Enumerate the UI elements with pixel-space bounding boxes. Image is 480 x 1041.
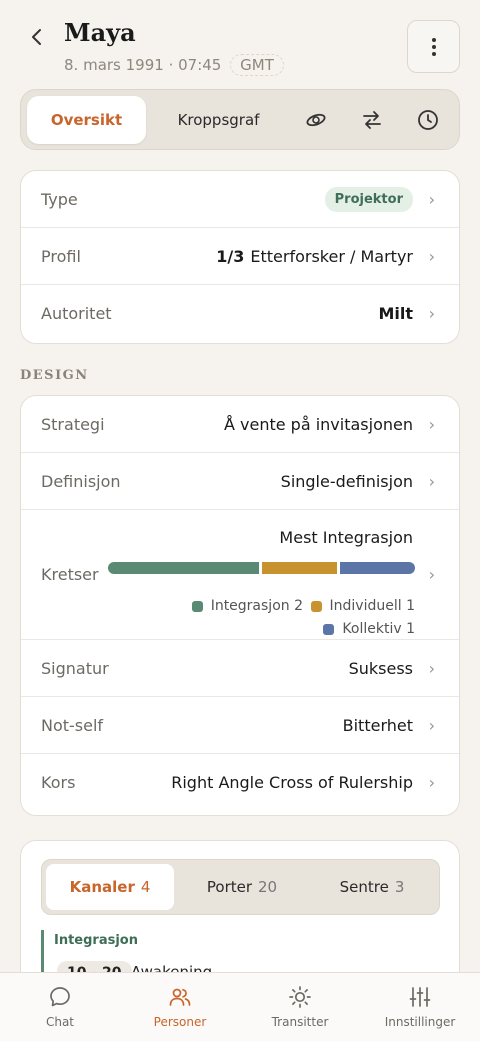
view-tabs: Oversikt Kroppsgraf	[20, 89, 460, 150]
cross-label: Kors	[41, 773, 76, 792]
circuits-row[interactable]: Kretser Mest Integrasjon Integrasjon 2 I…	[21, 510, 459, 640]
summary-card: Type Projektor › Profil 1/3 Etterforsker …	[20, 170, 460, 344]
authority-value: Milt	[378, 304, 413, 323]
chevron-right-icon: ›	[428, 304, 435, 323]
more-menu-button[interactable]	[407, 20, 460, 73]
profile-number: 1/3	[216, 246, 245, 266]
legend-integration: Integrasjon 2	[191, 598, 303, 614]
authority-label: Autoritet	[41, 304, 112, 323]
sliders-icon	[409, 987, 431, 1007]
nav-chat[interactable]: Chat	[0, 973, 120, 1041]
tab-bodygraph[interactable]: Kroppsgraf	[151, 96, 286, 144]
chevron-right-icon: ›	[428, 715, 435, 735]
circuit-segment	[108, 562, 259, 574]
sun-icon	[289, 986, 311, 1008]
bottom-nav: Chat Personer Transitter Innstillinger	[0, 972, 480, 1041]
authority-row[interactable]: Autoritet Milt ›	[21, 285, 459, 342]
definition-value: Single-definisjon	[280, 471, 413, 491]
type-label: Type	[41, 189, 78, 209]
type-row[interactable]: Type Projektor ›	[21, 171, 459, 228]
circuit-segment	[339, 562, 415, 574]
more-vertical-icon	[431, 36, 436, 57]
signature-row[interactable]: Signatur Suksess ›	[21, 640, 459, 697]
tab-gates-label: Porter	[206, 878, 253, 896]
signature-value: Suksess	[348, 658, 413, 678]
profile-name: Etterforsker / Martyr	[250, 246, 413, 266]
birth-datetime: 8. mars 1991 · 07:45	[64, 56, 222, 74]
signature-label: Signatur	[41, 658, 109, 678]
profile-value: 1/3 Etterforsker / Martyr	[216, 247, 413, 266]
chevron-right-icon: ›	[428, 246, 435, 266]
group-label: Integrasjon	[54, 933, 138, 948]
tab-channels-label: Kanaler	[69, 878, 135, 896]
circuits-bar	[108, 562, 415, 574]
legend-swatch	[323, 623, 335, 635]
tab-gates[interactable]: Porter 20	[178, 864, 306, 910]
legend-swatch	[191, 600, 203, 612]
legend-collective: Kollektiv 1	[323, 621, 415, 637]
notself-label: Not-self	[41, 715, 104, 735]
legend-individual: Individuell 1	[310, 598, 415, 614]
strategy-row[interactable]: Strategi Å vente på invitasjonen ›	[21, 396, 459, 453]
nav-people[interactable]: Personer	[120, 973, 240, 1041]
timezone-badge: GMT	[230, 54, 284, 76]
details-tabs: Kanaler 4 Porter 20 Sentre 3	[41, 859, 440, 915]
chevron-right-icon: ›	[428, 658, 435, 678]
nav-transits-label: Transitter	[271, 1015, 329, 1029]
strategy-label: Strategi	[41, 414, 105, 434]
legend-label: Kollektiv 1	[342, 621, 415, 637]
chevron-right-icon: ›	[428, 471, 435, 491]
cross-value: Right Angle Cross of Rulership	[171, 773, 413, 792]
type-badge: Projektor	[324, 186, 413, 212]
tab-centers-count: 3	[394, 878, 405, 896]
circuits-label: Kretser	[41, 565, 99, 584]
planet-icon[interactable]	[303, 107, 329, 133]
birth-info: 8. mars 1991 · 07:45 GMT	[64, 54, 284, 76]
definition-row[interactable]: Definisjon Single-definisjon ›	[21, 453, 459, 510]
strategy-value: Å vente på invitasjonen	[223, 414, 413, 434]
profile-label: Profil	[41, 246, 81, 266]
header: Maya 8. mars 1991 · 07:45 GMT	[0, 0, 480, 90]
back-icon[interactable]	[24, 24, 50, 50]
circuits-title: Mest Integrasjon	[279, 528, 413, 547]
chevron-right-icon: ›	[428, 565, 435, 584]
circuit-segment	[261, 562, 337, 574]
tab-channels-count: 4	[140, 878, 151, 896]
chat-bubble-icon	[50, 987, 70, 1007]
tab-centers[interactable]: Sentre 3	[308, 864, 436, 910]
chevron-right-icon: ›	[428, 773, 435, 792]
legend-swatch	[310, 600, 322, 612]
nav-chat-label: Chat	[45, 1015, 75, 1029]
legend-label: Individuell 1	[329, 598, 415, 614]
cross-row[interactable]: Kors Right Angle Cross of Rulership ›	[21, 754, 459, 811]
tab-channels[interactable]: Kanaler 4	[46, 864, 174, 910]
nav-settings-label: Innstillinger	[384, 1015, 456, 1029]
tab-gates-count: 20	[258, 878, 278, 896]
notself-value: Bitterhet	[342, 715, 413, 735]
section-title-design: DESIGN	[20, 368, 89, 383]
nav-settings[interactable]: Innstillinger	[360, 973, 480, 1041]
legend-label: Integrasjon 2	[210, 598, 303, 614]
nav-transits[interactable]: Transitter	[240, 973, 360, 1041]
history-clock-icon[interactable]	[415, 107, 441, 133]
notself-row[interactable]: Not-self Bitterhet ›	[21, 697, 459, 754]
nav-people-label: Personer	[153, 1015, 207, 1029]
tab-centers-label: Sentre	[339, 878, 389, 896]
profile-row[interactable]: Profil 1/3 Etterforsker / Martyr ›	[21, 228, 459, 285]
definition-label: Definisjon	[41, 471, 121, 491]
tab-overview[interactable]: Oversikt	[27, 96, 146, 144]
chevron-right-icon: ›	[428, 189, 435, 209]
design-card: Strategi Å vente på invitasjonen › Defin…	[20, 395, 460, 816]
page-title: Maya	[64, 18, 136, 47]
people-icon	[169, 988, 191, 1006]
chevron-right-icon: ›	[428, 414, 435, 434]
swap-icon[interactable]	[359, 107, 385, 133]
